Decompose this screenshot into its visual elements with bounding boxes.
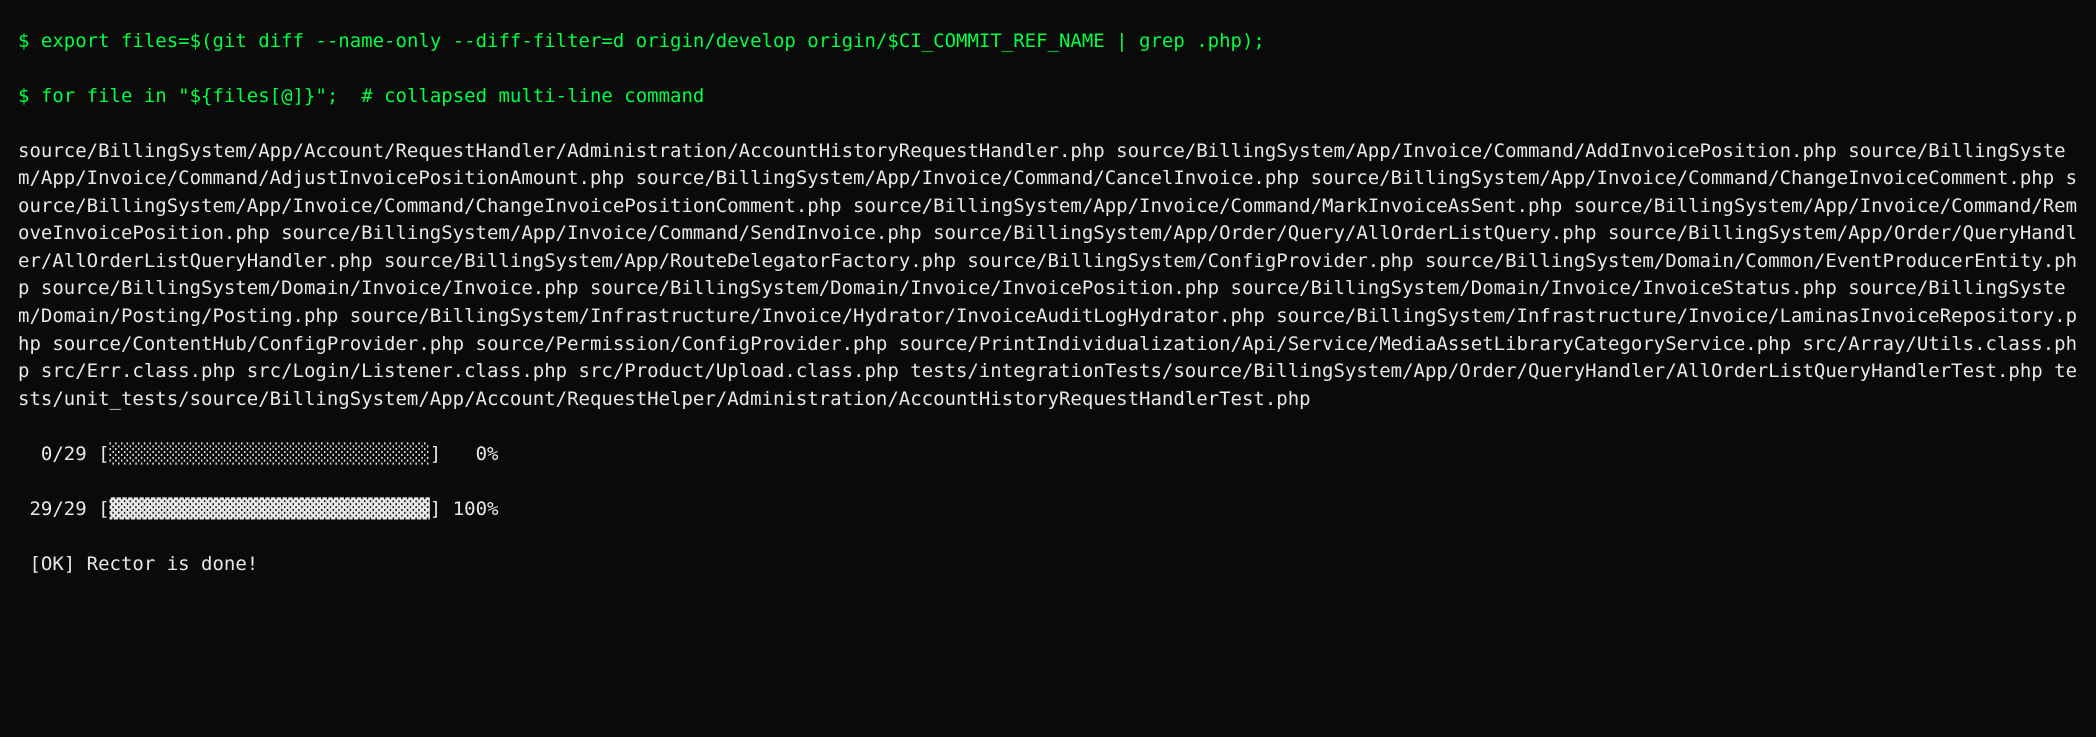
- progress-line-2: 29/29 [▓▓▓▓▓▓▓▓▓▓▓▓▓▓▓▓▓▓▓▓▓▓▓▓▓▓▓▓] 100…: [18, 496, 2078, 524]
- command-2-comment: # collapsed multi-line command: [361, 85, 704, 107]
- prompt-1: $: [18, 30, 29, 52]
- command-line-2: $ for file in "${files[@]}"; # collapsed…: [18, 83, 2078, 111]
- status-line: [OK] Rector is done!: [18, 551, 2078, 579]
- progress-1-count: 0/29: [18, 443, 98, 465]
- command-2-text: for file in "${files[@]}";: [29, 85, 361, 107]
- progress-1-bar: [░░░░░░░░░░░░░░░░░░░░░░░░░░░░]: [98, 443, 441, 465]
- file-list-output: source/BillingSystem/App/Account/Request…: [18, 138, 2078, 413]
- progress-1-pct: 0%: [441, 443, 498, 465]
- progress-2-bar: [▓▓▓▓▓▓▓▓▓▓▓▓▓▓▓▓▓▓▓▓▓▓▓▓▓▓▓▓]: [98, 498, 441, 520]
- command-line-1: $ export files=$(git diff --name-only --…: [18, 28, 2078, 56]
- progress-2-count: 29/29: [18, 498, 98, 520]
- progress-line-1: 0/29 [░░░░░░░░░░░░░░░░░░░░░░░░░░░░] 0%: [18, 441, 2078, 469]
- command-1-text: export files=$(git diff --name-only --di…: [29, 30, 1264, 52]
- prompt-2: $: [18, 85, 29, 107]
- progress-2-pct: 100%: [441, 498, 498, 520]
